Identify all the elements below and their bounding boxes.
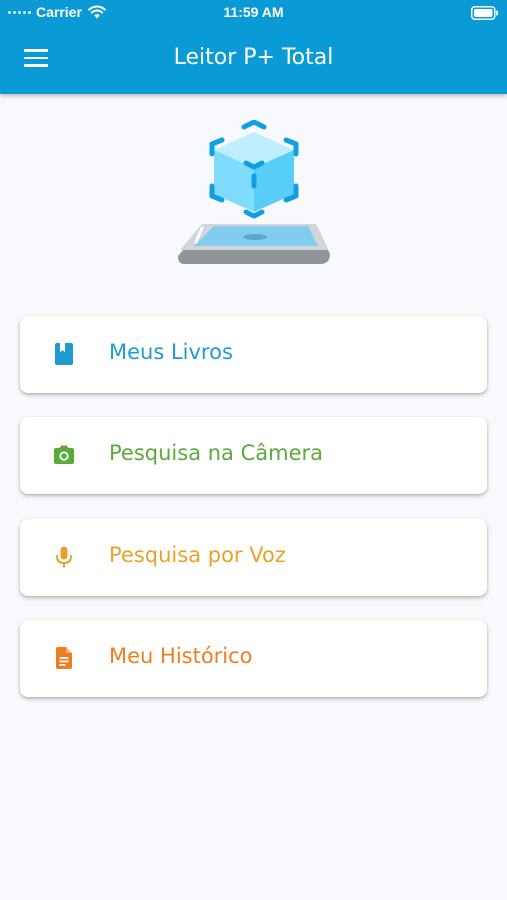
meus-livros-button[interactable]: Meus Livros (20, 316, 487, 393)
status-bar: Carrier 11:59 AM (0, 0, 507, 26)
pesquisa-voz-label: Pesquisa por Voz (109, 543, 286, 567)
battery-icon (471, 6, 498, 20)
meu-historico-button[interactable]: Meu Histórico (20, 620, 487, 697)
pesquisa-camera-label: Pesquisa na Câmera (109, 441, 323, 465)
meus-livros-label: Meus Livros (109, 340, 233, 364)
pesquisa-camera-button[interactable]: Pesquisa na Câmera (20, 417, 487, 494)
app-bar: Leitor P+ Total (0, 26, 507, 94)
camera-icon (54, 445, 74, 464)
pesquisa-voz-button[interactable]: Pesquisa por Voz (20, 519, 487, 596)
meu-historico-label: Meu Histórico (109, 644, 253, 668)
page-title: Leitor P+ Total (173, 45, 334, 70)
microphone-icon (56, 546, 72, 568)
book-icon (55, 343, 73, 365)
document-icon (56, 647, 72, 669)
ar-phone-cube-logo (178, 120, 330, 264)
status-time: 11:59 AM (223, 4, 284, 20)
